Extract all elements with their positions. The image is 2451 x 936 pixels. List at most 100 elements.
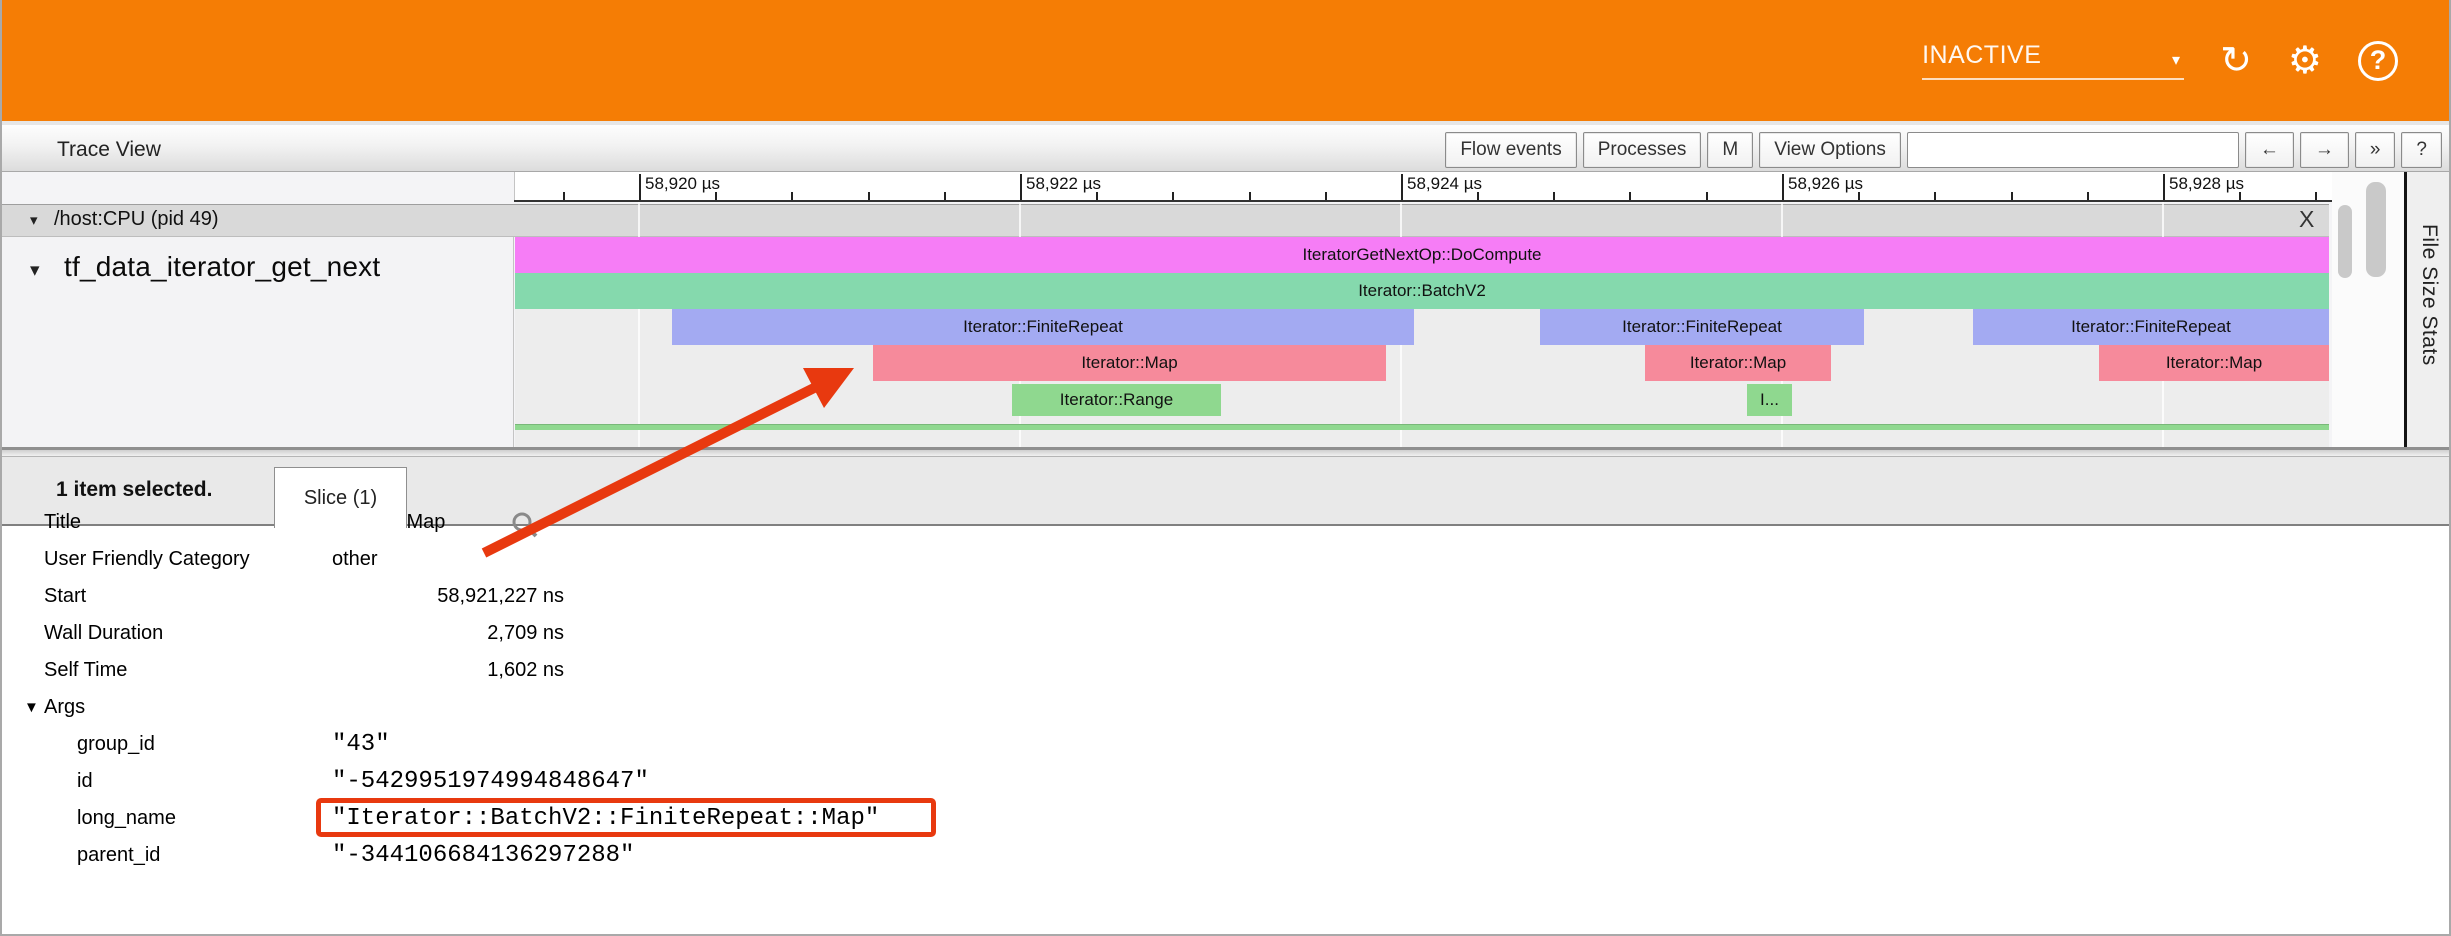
trace-slice[interactable]: Iterator::Map [1645,345,1831,381]
ruler-minor-tick [868,192,870,200]
scrollbar-thumb[interactable] [2366,182,2386,277]
tab-slice[interactable]: Slice (1) [274,467,407,528]
search-icon[interactable] [510,510,540,540]
ruler-tick-label: 58,920 µs [645,174,720,194]
process-band[interactable]: ▾ /host:CPU (pid 49) X [2,204,2329,237]
ruler-tick-label: 58,922 µs [1026,174,1101,194]
run-status-label: INACTIVE [1922,41,2041,70]
ruler-minor-tick [1477,192,1479,200]
ruler-minor-tick [563,192,565,200]
ruler-minor-tick [1629,192,1631,200]
trace-area: 58,920 µs58,922 µs58,924 µs58,926 µs58,9… [2,172,2451,447]
help-icon[interactable]: ? [2358,41,2398,81]
ruler-minor-tick [1934,192,1936,200]
ruler-minor-tick [1553,192,1555,200]
ruler-minor-tick [2011,192,2013,200]
detail-row: User Friendly Category other [2,541,1602,578]
detail-value: other [332,548,564,571]
detail-value: "-344106684136297288" [332,842,972,869]
detail-label: Wall Duration [44,622,163,645]
trace-slice[interactable]: Iterator::Range [1012,384,1221,416]
detail-row: ▼ Args [2,689,1602,726]
trace-viewer-window: INACTIVE ▾ ↻ ⚙ ? Trace View Flow events … [0,0,2451,936]
detail-label: group_id [77,733,155,756]
flow-events-button[interactable]: Flow events [1445,132,1576,168]
metadata-button[interactable]: M [1707,132,1753,168]
detail-label: User Friendly Category [44,548,250,571]
ruler-minor-tick [1325,192,1327,200]
ruler-minor-tick [1706,192,1708,200]
details-panel: 1 item selected. Slice (1) TitleIterator… [2,457,2451,936]
ruler-minor-tick [1858,192,1860,200]
detail-row: id "-5429951974994848647" [2,763,1602,800]
detail-row: Start 58,921,227 ns [2,578,1602,615]
view-options-button[interactable]: View Options [1759,132,1901,168]
ruler-minor-tick [791,192,793,200]
search-input[interactable] [1907,132,2239,168]
trace-slice[interactable]: Iterator::FiniteRepeat [1973,309,2329,345]
panel-splitter[interactable] [2,447,2451,457]
scrollbar-thumb[interactable] [2338,205,2352,278]
annotation-highlight-box [316,798,936,837]
ruler-minor-tick [2239,192,2241,200]
ruler-left-gutter [2,172,514,202]
ruler-minor-tick [1172,192,1174,200]
thread-label-panel[interactable]: ▾ tf_data_iterator_get_next [2,237,514,447]
trace-slice[interactable]: Iterator::FiniteRepeat [1540,309,1864,345]
ruler-baseline [514,200,2332,202]
detail-label: Title [44,511,81,534]
time-ruler[interactable]: 58,920 µs58,922 µs58,924 µs58,926 µs58,9… [514,172,2332,202]
detail-label: Start [44,585,86,608]
trace-slice[interactable]: I... [1747,384,1792,416]
args-group-label[interactable]: Args [44,696,85,719]
trace-slice[interactable]: Iterator::Map [873,345,1386,381]
ruler-major-tick [1401,174,1403,200]
find-previous-button[interactable]: ← [2245,132,2294,168]
scrollbar-strip [2332,172,2404,447]
ruler-major-tick [639,174,641,200]
thread-label: tf_data_iterator_get_next [64,251,380,283]
detail-value: 58,921,227 ns [332,585,564,608]
processes-button[interactable]: Processes [1583,132,1702,168]
detail-value: "-5429951974994848647" [332,768,972,795]
selection-count: 1 item selected. [56,478,212,502]
trace-slice[interactable]: Iterator::FiniteRepeat [672,309,1414,345]
ruler-minor-tick [1249,192,1251,200]
detail-row: Wall Duration 2,709 ns [2,615,1602,652]
collapse-triangle-icon: ▾ [30,211,38,229]
ruler-minor-tick [2087,192,2089,200]
detail-value: 2,709 ns [332,622,564,645]
process-label: /host:CPU (pid 49) [54,208,219,231]
detail-value: 1,602 ns [332,659,564,682]
run-status-dropdown[interactable]: INACTIVE ▾ [1922,41,2184,80]
gear-icon[interactable]: ⚙ [2288,42,2322,80]
collapse-triangle-icon[interactable]: ▼ [24,699,39,716]
detail-label: id [77,770,93,793]
app-header: INACTIVE ▾ ↻ ⚙ ? [2,0,2451,121]
ruler-major-tick [2163,174,2165,200]
file-size-stats-panel[interactable]: File Size Stats [2404,172,2451,447]
close-icon[interactable]: X [2299,206,2314,233]
detail-row: group_id"43" [2,726,1602,763]
collapse-triangle-icon: ▾ [30,259,40,282]
trace-view-title: Trace View [57,138,161,162]
file-size-stats-label: File Size Stats [2417,224,2441,366]
find-next-button[interactable]: → [2300,132,2349,168]
expand-button[interactable]: » [2355,132,2396,168]
ruler-minor-tick [715,192,717,200]
detail-label: parent_id [77,844,160,867]
detail-row: Self Time 1,602 ns [2,652,1602,689]
trace-slice[interactable]: Iterator::BatchV2 [515,273,2329,309]
toolbar-help-button[interactable]: ? [2401,132,2442,168]
trace-slice[interactable]: Iterator::Map [2099,345,2329,381]
detail-label: Self Time [44,659,127,682]
ruler-major-tick [1020,174,1022,200]
trace-slice[interactable]: IteratorGetNextOp::DoCompute [515,237,2329,273]
refresh-icon[interactable]: ↻ [2220,42,2252,80]
detail-label: long_name [77,807,176,830]
detail-row: TitleIterator::Map [2,504,1602,541]
trace-toolbar: Trace View Flow events Processes M View … [2,121,2451,172]
partial-slice-row[interactable] [515,424,2329,430]
ruler-tick-label: 58,924 µs [1407,174,1482,194]
ruler-major-tick [1782,174,1784,200]
